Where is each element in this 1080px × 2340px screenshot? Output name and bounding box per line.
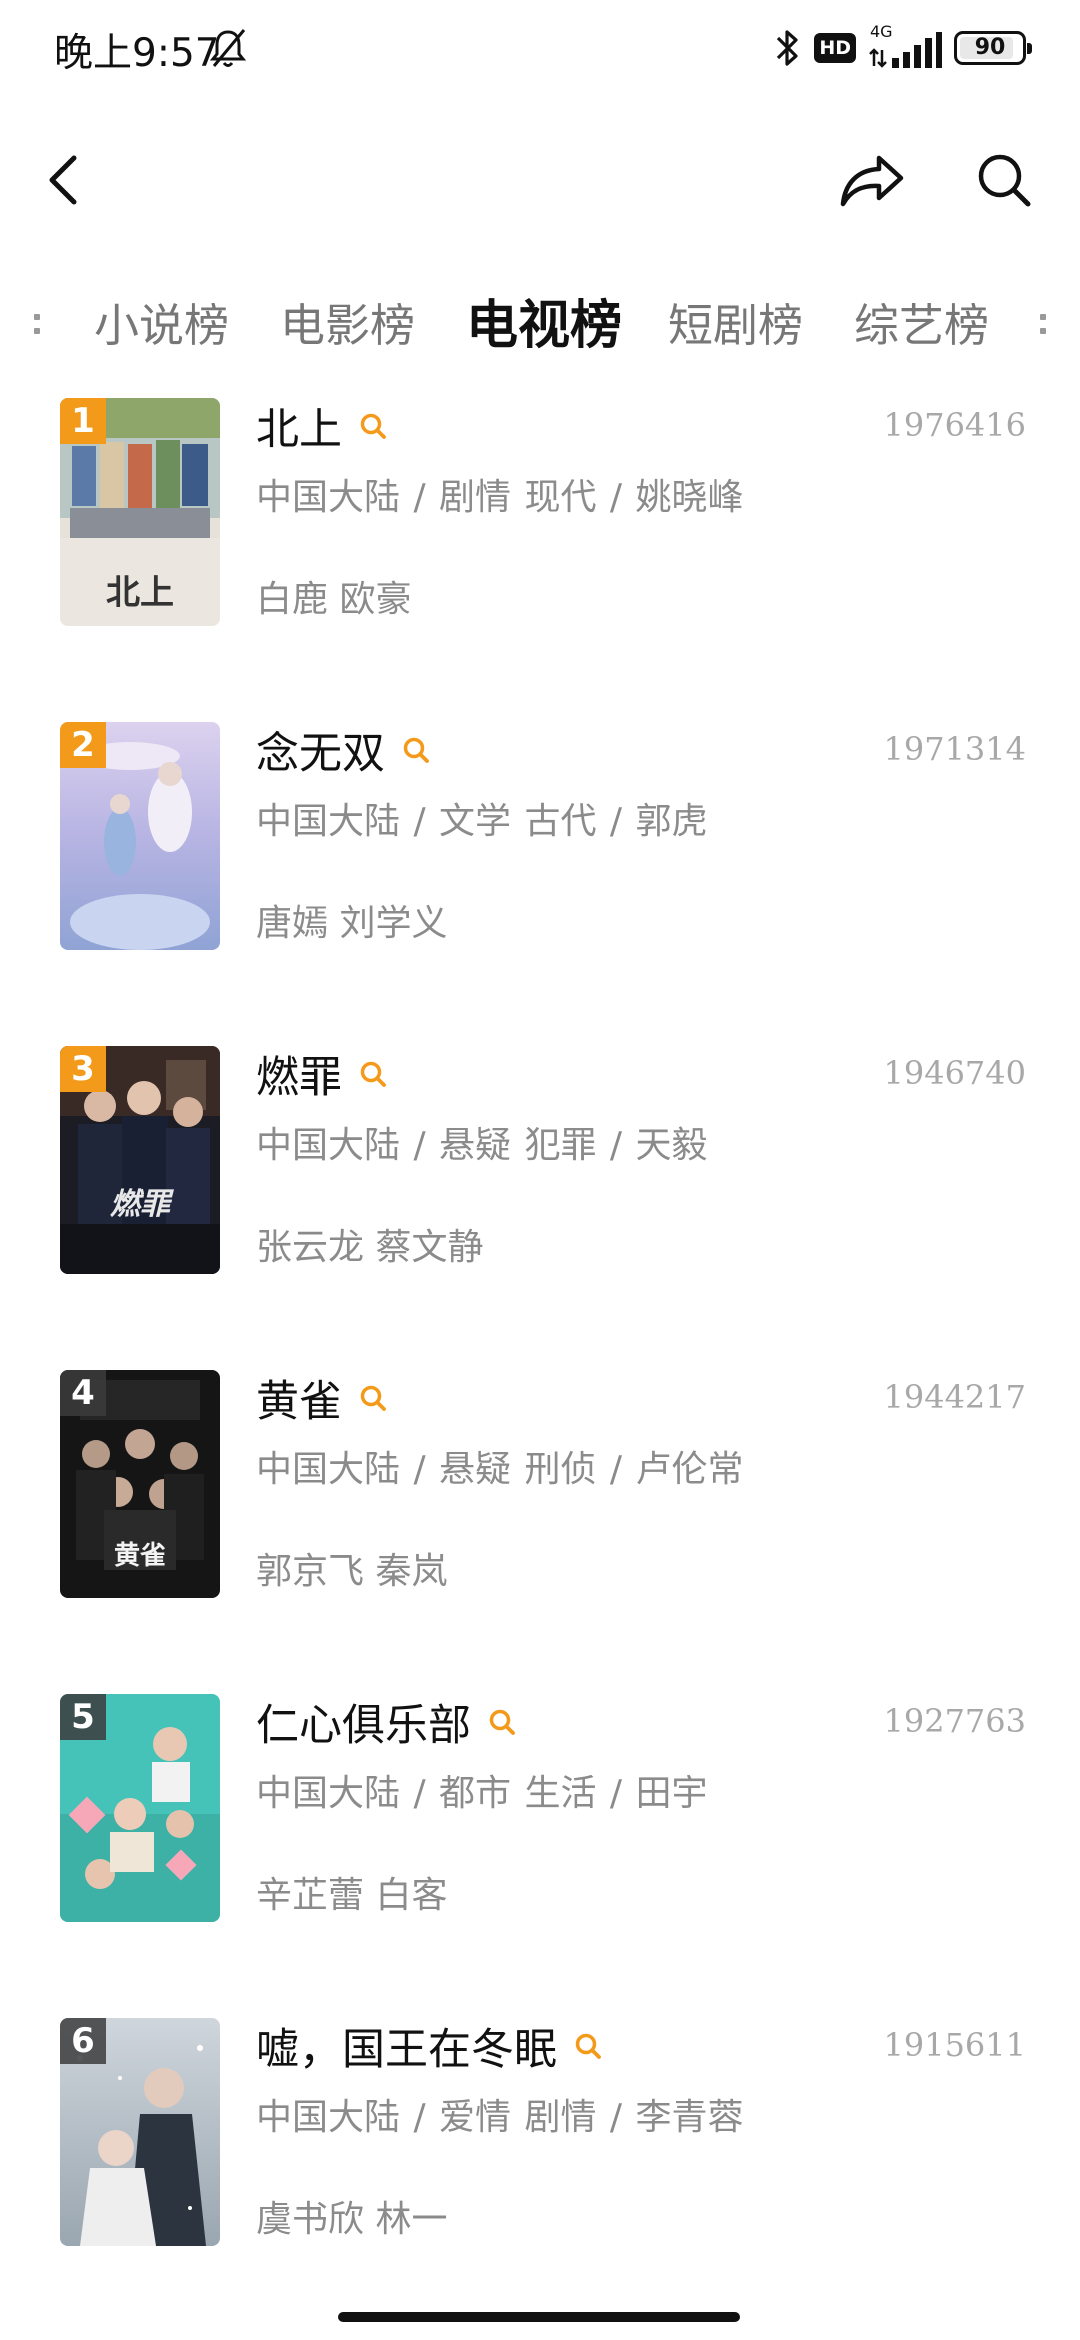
search-icon[interactable] bbox=[358, 411, 388, 441]
rank-badge: 1 bbox=[60, 398, 106, 444]
home-indicator[interactable] bbox=[338, 2312, 740, 2322]
poster-image[interactable]: 燃罪 3 bbox=[60, 1046, 220, 1274]
rank-badge: 6 bbox=[60, 2018, 106, 2064]
battery-icon: 90 bbox=[954, 31, 1032, 65]
tab-novel[interactable]: 小说榜 bbox=[94, 284, 229, 368]
heat-value: 1946740 bbox=[883, 1054, 1026, 1092]
item-title[interactable]: 嘘，国王在冬眠 bbox=[256, 2015, 557, 2077]
ranking-tabs: 小说榜 电影榜 电视榜 短剧榜 综艺榜 bbox=[0, 284, 1080, 368]
heat-value: 1927763 bbox=[883, 1702, 1026, 1740]
poster-image[interactable]: 6 bbox=[60, 2018, 220, 2246]
item-cast: 白鹿 欧豪 bbox=[256, 579, 412, 620]
heat-value: 1971314 bbox=[883, 730, 1026, 768]
chevron-left-icon bbox=[49, 155, 77, 205]
item-cast: 虞书欣 林一 bbox=[256, 2199, 448, 2240]
item-meta: 中国大陆 / 爱情 剧情 / 李青蓉 bbox=[256, 2097, 744, 2138]
list-item[interactable]: 5 仁心俱乐部 1927763 中国大陆 / 都市 生活 / 田宇 辛芷蕾 白客 bbox=[0, 1690, 1080, 2014]
item-cast: 张云龙 蔡文静 bbox=[256, 1227, 484, 1268]
item-title[interactable]: 念无双 bbox=[256, 719, 385, 781]
share-button[interactable] bbox=[822, 130, 922, 230]
search-icon[interactable] bbox=[487, 1707, 517, 1737]
bluetooth-icon bbox=[777, 30, 798, 66]
item-title[interactable]: 仁心俱乐部 bbox=[256, 1691, 471, 1753]
list-item[interactable]: 2 念无双 1971314 中国大陆 / 文学 古代 / 郭虎 唐嫣 刘学义 bbox=[0, 718, 1080, 1042]
title-row: 北上 bbox=[256, 396, 388, 456]
tab-overflow-right[interactable] bbox=[1036, 306, 1050, 346]
svg-text:北上: 北上 bbox=[106, 573, 174, 613]
tab-short-drama[interactable]: 短剧榜 bbox=[668, 284, 803, 368]
item-title[interactable]: 黄雀 bbox=[256, 1367, 342, 1429]
hd-badge: HD bbox=[814, 33, 856, 63]
list-item[interactable]: 黄雀 4 黄雀 1944217 中国大陆 / 悬疑 刑侦 / 卢伦常 郭京飞 秦… bbox=[0, 1366, 1080, 1690]
item-cast: 辛芷蕾 白客 bbox=[256, 1875, 448, 1916]
status-time: 晚上9:57 bbox=[54, 31, 220, 76]
tab-overflow-left[interactable] bbox=[30, 306, 44, 346]
screen: 晚上9:57 HD 4G 90 小说榜 电影榜 电视榜 短剧榜 综艺榜 北上 1… bbox=[0, 0, 1080, 2340]
svg-text:黄雀: 黄雀 bbox=[114, 1541, 166, 1571]
list-item[interactable]: 6 嘘，国王在冬眠 1915611 中国大陆 / 爱情 剧情 / 李青蓉 虞书欣… bbox=[0, 2014, 1080, 2338]
search-icon[interactable] bbox=[358, 1383, 388, 1413]
rank-badge: 2 bbox=[60, 722, 106, 768]
item-cast: 郭京飞 秦岚 bbox=[256, 1551, 448, 1592]
item-meta: 中国大陆 / 悬疑 犯罪 / 天毅 bbox=[256, 1125, 708, 1166]
poster-image[interactable]: 黄雀 4 bbox=[60, 1370, 220, 1598]
bell-muted-icon bbox=[209, 29, 247, 67]
heat-value: 1976416 bbox=[883, 406, 1026, 444]
search-icon[interactable] bbox=[401, 735, 431, 765]
item-title[interactable]: 北上 bbox=[256, 395, 342, 457]
tab-movie[interactable]: 电影榜 bbox=[280, 284, 415, 368]
item-meta: 中国大陆 / 文学 古代 / 郭虎 bbox=[256, 801, 708, 842]
battery-percent: 90 bbox=[974, 35, 1006, 60]
status-bar: 晚上9:57 HD 4G 90 bbox=[0, 0, 1080, 96]
search-icon[interactable] bbox=[573, 2031, 603, 2061]
rank-badge: 3 bbox=[60, 1046, 106, 1092]
app-bar bbox=[0, 130, 1080, 230]
share-arrow-icon bbox=[840, 155, 904, 207]
rank-badge: 5 bbox=[60, 1694, 106, 1740]
back-button[interactable] bbox=[14, 130, 114, 230]
rank-badge: 4 bbox=[60, 1370, 106, 1416]
item-meta: 中国大陆 / 都市 生活 / 田宇 bbox=[256, 1773, 708, 1814]
poster-image[interactable]: 5 bbox=[60, 1694, 220, 1922]
search-button[interactable] bbox=[954, 130, 1054, 230]
tab-variety[interactable]: 综艺榜 bbox=[854, 284, 989, 368]
heat-value: 1915611 bbox=[883, 2026, 1026, 2064]
title-row: 仁心俱乐部 bbox=[256, 1692, 517, 1752]
item-meta: 中国大陆 / 悬疑 刑侦 / 卢伦常 bbox=[256, 1449, 744, 1490]
item-title[interactable]: 燃罪 bbox=[256, 1043, 342, 1105]
search-icon bbox=[978, 154, 1031, 207]
search-icon[interactable] bbox=[358, 1059, 388, 1089]
poster-image[interactable]: 2 bbox=[60, 722, 220, 950]
poster-image[interactable]: 北上 1 bbox=[60, 398, 220, 626]
svg-text:燃罪: 燃罪 bbox=[110, 1187, 174, 1222]
title-row: 燃罪 bbox=[256, 1044, 388, 1104]
tab-tv[interactable]: 电视榜 bbox=[466, 284, 622, 368]
title-row: 黄雀 bbox=[256, 1368, 388, 1428]
signal-icon: 4G bbox=[868, 22, 942, 70]
status-right: HD 4G 90 bbox=[772, 22, 1032, 72]
list-item[interactable]: 北上 1 北上 1976416 中国大陆 / 剧情 现代 / 姚晓峰 白鹿 欧豪 bbox=[0, 394, 1080, 718]
title-row: 嘘，国王在冬眠 bbox=[256, 2016, 603, 2076]
list-item[interactable]: 燃罪 3 燃罪 1946740 中国大陆 / 悬疑 犯罪 / 天毅 张云龙 蔡文… bbox=[0, 1042, 1080, 1366]
tv-ranking-list: 北上 1 北上 1976416 中国大陆 / 剧情 现代 / 姚晓峰 白鹿 欧豪 bbox=[0, 394, 1080, 2338]
item-cast: 唐嫣 刘学义 bbox=[256, 903, 448, 944]
heat-value: 1944217 bbox=[883, 1378, 1026, 1416]
title-row: 念无双 bbox=[256, 720, 431, 780]
item-meta: 中国大陆 / 剧情 现代 / 姚晓峰 bbox=[256, 477, 744, 518]
